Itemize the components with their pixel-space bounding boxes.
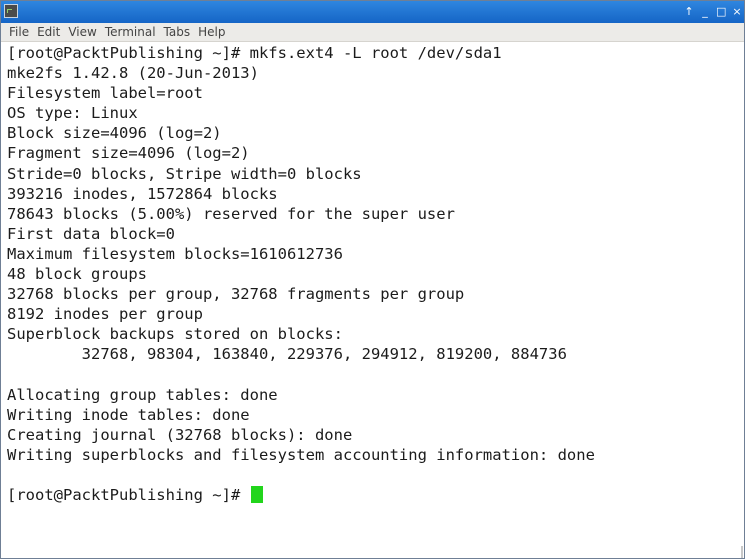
scrollbar-edge[interactable]	[741, 546, 743, 558]
terminal-line: [root@PacktPublishing ~]# mkfs.ext4 -L r…	[7, 44, 502, 62]
terminal-line: 32768 blocks per group, 32768 fragments …	[7, 285, 465, 304]
terminal-app-icon[interactable]	[4, 4, 18, 18]
keep-above-icon[interactable]: ↑	[684, 5, 694, 19]
terminal-line: Fragment size=4096 (log=2)	[7, 144, 250, 163]
terminal-line: Allocating group tables: done	[7, 385, 278, 404]
prompt-text: [root@PacktPublishing ~]#	[7, 486, 250, 505]
menu-file[interactable]: File	[5, 23, 33, 42]
terminal-window: ↑ _ □ × File Edit View Terminal Tabs Hel…	[0, 0, 745, 559]
terminal-line: OS type: Linux	[7, 104, 138, 123]
title-bar[interactable]: ↑ _ □ ×	[1, 1, 744, 23]
terminal-line: First data block=0	[7, 224, 175, 243]
terminal-prompt-line[interactable]: [root@PacktPublishing ~]#	[7, 485, 736, 505]
terminal-line: mke2fs 1.42.8 (20-Jun-2013)	[7, 64, 259, 83]
terminal-line: 393216 inodes, 1572864 blocks	[7, 184, 278, 203]
menu-view[interactable]: View	[64, 23, 100, 42]
menu-terminal[interactable]: Terminal	[101, 23, 160, 42]
terminal-line: Filesystem label=root	[7, 84, 203, 103]
terminal-line: 8192 inodes per group	[7, 305, 203, 324]
terminal-line: Superblock backups stored on blocks:	[7, 325, 343, 344]
menu-help[interactable]: Help	[194, 23, 229, 42]
terminal-line: Stride=0 blocks, Stripe width=0 blocks	[7, 164, 362, 183]
terminal-line: Block size=4096 (log=2)	[7, 124, 222, 143]
window-controls: ↑ _ □ ×	[684, 4, 742, 20]
terminal-line: Writing superblocks and filesystem accou…	[7, 445, 595, 464]
close-icon[interactable]: ×	[732, 5, 742, 19]
terminal-line: 78643 blocks (5.00%) reserved for the su…	[7, 204, 455, 223]
terminal-line: Creating journal (32768 blocks): done	[7, 425, 353, 444]
terminal-line: Maximum filesystem blocks=1610612736	[7, 244, 343, 263]
menu-bar: File Edit View Terminal Tabs Help	[1, 23, 744, 42]
minimize-icon[interactable]: _	[700, 5, 710, 19]
terminal-output[interactable]: [root@PacktPublishing ~]# mkfs.ext4 -L r…	[7, 43, 736, 558]
terminal-line: Writing inode tables: done	[7, 405, 250, 424]
text-cursor	[250, 486, 263, 504]
terminal-line: 48 block groups	[7, 265, 147, 284]
terminal-line: 32768, 98304, 163840, 229376, 294912, 81…	[7, 345, 567, 364]
maximize-icon[interactable]: □	[716, 5, 726, 19]
menu-tabs[interactable]: Tabs	[160, 23, 195, 42]
menu-edit[interactable]: Edit	[33, 23, 64, 42]
